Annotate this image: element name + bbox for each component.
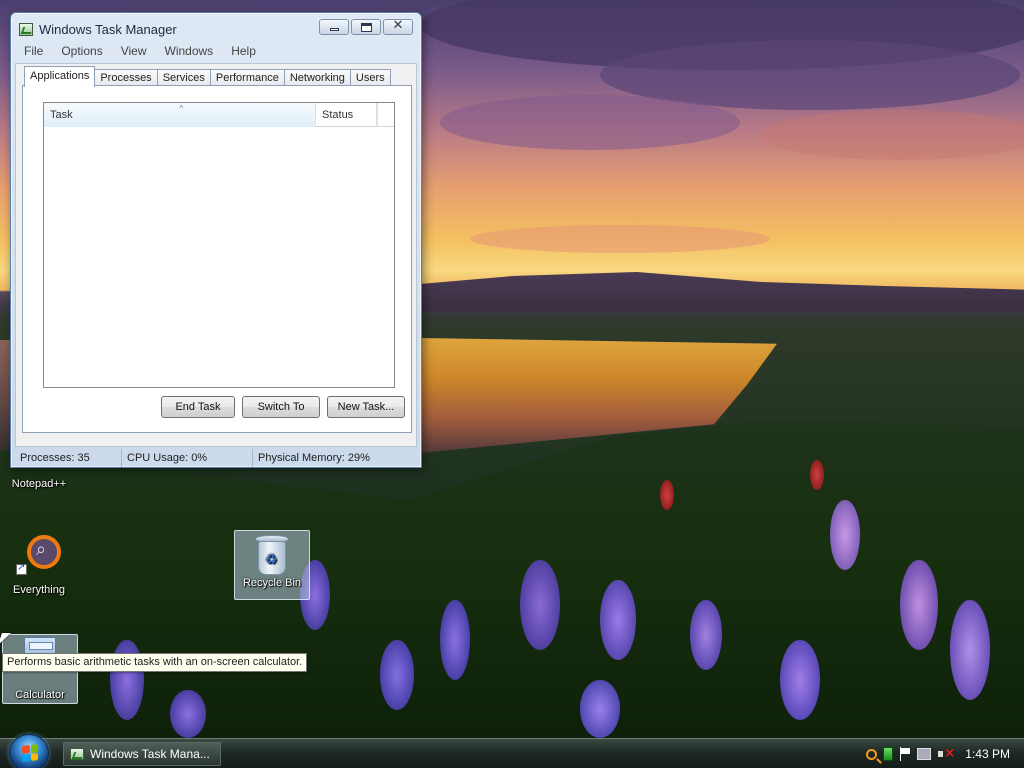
flower: [690, 600, 722, 670]
flower-red: [810, 460, 824, 490]
menu-bar: File Options View Windows Help: [15, 43, 265, 59]
flower: [440, 600, 470, 680]
menu-view[interactable]: View: [112, 43, 156, 59]
new-task-button[interactable]: New Task...: [327, 396, 405, 418]
system-tray: 1:43 PM: [866, 741, 1024, 767]
cloud: [760, 110, 1024, 160]
switch-to-button[interactable]: Switch To: [242, 396, 320, 418]
column-task-label: Task: [50, 109, 73, 121]
everything-icon: [27, 535, 61, 569]
tab-strip: Applications Processes Services Performa…: [24, 66, 391, 87]
flower: [380, 640, 414, 710]
applications-panel: ^ Task Status End Task Switch To New Tas…: [22, 85, 412, 433]
volume-muted-icon[interactable]: [937, 746, 955, 761]
desktop-icon-label: Recycle Bin: [242, 577, 302, 589]
close-button[interactable]: ✕: [383, 18, 413, 35]
maximize-button[interactable]: [351, 19, 381, 35]
mountain-range: [420, 272, 1024, 312]
maximize-icon: [361, 23, 372, 32]
list-header: ^ Task Status: [44, 103, 394, 127]
button-row: End Task Switch To New Task...: [161, 396, 405, 418]
menu-windows[interactable]: Windows: [156, 43, 223, 59]
window-controls: ✕: [319, 18, 413, 35]
flower: [520, 560, 560, 650]
flower-red: [660, 480, 674, 510]
network-tray-icon[interactable]: [917, 748, 932, 760]
minimize-button[interactable]: [319, 19, 349, 35]
menu-file[interactable]: File: [15, 43, 52, 59]
status-bar: Processes: 35 CPU Usage: 0% Physical Mem…: [15, 449, 417, 469]
cloud: [440, 95, 740, 150]
search-tray-icon[interactable]: [866, 748, 878, 760]
status-cpu: CPU Usage: 0%: [122, 449, 253, 467]
client-area: Applications Processes Services Performa…: [15, 63, 417, 447]
minimize-icon: [330, 28, 339, 31]
flag-tray-icon[interactable]: [899, 747, 911, 761]
task-manager-window[interactable]: Windows Task Manager ✕ File Options View…: [10, 12, 422, 468]
flower: [580, 680, 620, 738]
desktop-icon-everything[interactable]: Everything: [1, 582, 77, 596]
flower: [950, 600, 990, 700]
flower: [110, 640, 144, 720]
calculator-tooltip: Performs basic arithmetic tasks with an …: [2, 653, 308, 672]
status-memory: Physical Memory: 29%: [258, 452, 370, 464]
menu-options[interactable]: Options: [52, 43, 111, 59]
green-tray-icon[interactable]: [883, 747, 894, 761]
status-processes: Processes: 35: [15, 449, 122, 467]
flower: [600, 580, 636, 660]
column-task[interactable]: ^ Task: [44, 103, 316, 127]
task-manager-icon: [19, 22, 33, 36]
tab-applications[interactable]: Applications: [24, 66, 96, 87]
clock[interactable]: 1:43 PM: [965, 747, 1010, 761]
cloud: [470, 225, 770, 253]
start-button[interactable]: [9, 734, 49, 768]
menu-help[interactable]: Help: [222, 43, 265, 59]
end-task-button[interactable]: End Task: [161, 396, 235, 418]
column-status[interactable]: Status: [316, 103, 378, 127]
sort-arrow-icon: ^: [179, 104, 184, 113]
flower: [830, 500, 860, 570]
desktop-icon-label: Everything: [13, 584, 65, 596]
flower: [780, 640, 820, 720]
window-title: Windows Task Manager: [39, 21, 177, 37]
shortcut-arrow-icon: [16, 562, 27, 575]
flower: [170, 690, 206, 738]
desktop-icon-label: Calculator: [15, 689, 65, 701]
flower: [900, 560, 938, 650]
taskbar-button-label: Windows Task Mana...: [90, 747, 210, 761]
taskbar-task-manager-button[interactable]: Windows Task Mana...: [63, 742, 221, 766]
desktop-icon-label: Notepad++: [11, 478, 67, 490]
task-list[interactable]: ^ Task Status: [43, 102, 395, 388]
desktop-icon-recycle-bin[interactable]: ♻ Recycle Bin: [234, 530, 310, 600]
close-icon: ✕: [392, 18, 404, 33]
desktop-icon-notepadpp[interactable]: Notepad++: [1, 470, 77, 490]
header-filler: [376, 103, 394, 127]
recycle-bin-icon: ♻: [254, 535, 290, 577]
taskbar: Windows Task Mana... 1:43 PM: [0, 734, 1024, 768]
column-status-label: Status: [322, 109, 354, 121]
task-manager-icon: [70, 748, 84, 760]
title-bar[interactable]: Windows Task Manager: [19, 19, 177, 39]
start-orb-icon: [22, 744, 38, 762]
